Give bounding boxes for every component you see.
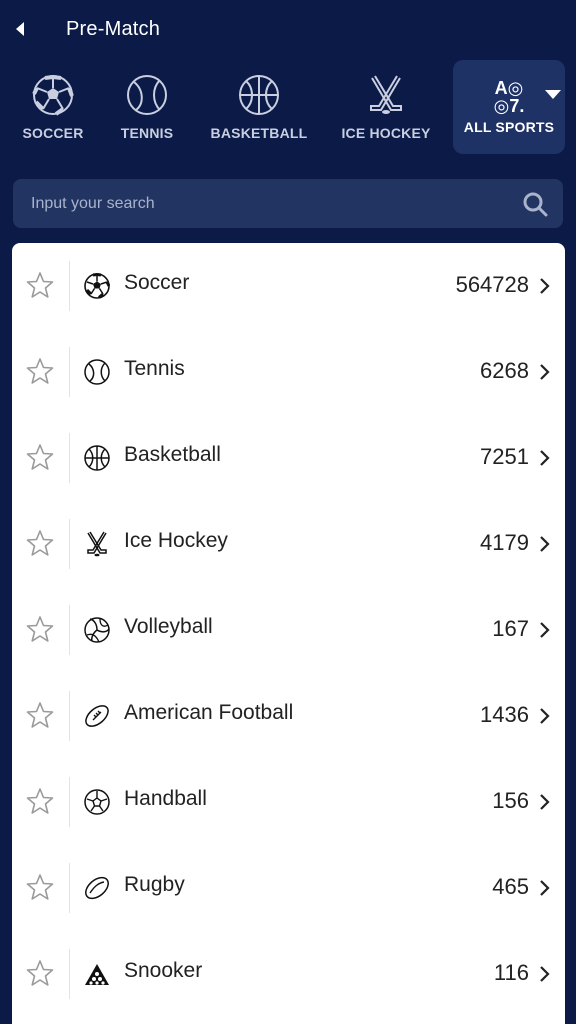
sport-name: Snooker: [124, 959, 203, 982]
list-item-american-football[interactable]: American Football 1436: [12, 673, 565, 759]
tab-label: TENNIS: [120, 125, 174, 141]
star-icon[interactable]: [26, 443, 54, 471]
hockey-sticks-icon: [364, 73, 408, 117]
all-sports-glyph-top: A◎: [494, 78, 524, 98]
divider: [69, 949, 70, 999]
tennis-ball-icon: [84, 359, 110, 385]
event-count: 6268: [480, 358, 529, 383]
list-item-soccer[interactable]: Soccer 564728: [12, 243, 565, 329]
event-count: 1436: [480, 702, 529, 727]
divider: [69, 347, 70, 397]
event-count: 7251: [480, 444, 529, 469]
divider: [69, 863, 70, 913]
sports-list: Soccer 564728 Tennis 6268 Basketball 725…: [12, 243, 565, 1024]
sport-name: Ice Hockey: [124, 529, 228, 552]
list-item-ice-hockey[interactable]: Ice Hockey 4179: [12, 501, 565, 587]
tab-label: ICE HOCKEY: [341, 125, 431, 141]
star-icon[interactable]: [26, 529, 54, 557]
search-icon: [523, 192, 548, 216]
event-count: 465: [492, 874, 529, 899]
event-count: 564728: [455, 272, 529, 297]
divider: [69, 691, 70, 741]
basketball-icon: [84, 445, 110, 471]
sport-name: Soccer: [124, 271, 190, 294]
star-icon[interactable]: [26, 357, 54, 385]
chevron-left-icon: [16, 22, 24, 36]
volleyball-icon: [84, 617, 110, 643]
list-item-tennis[interactable]: Tennis 6268: [12, 329, 565, 415]
event-count: 156: [492, 788, 529, 813]
tab-tennis[interactable]: TENNIS: [112, 60, 182, 154]
chevron-right-icon: [540, 622, 550, 638]
divider: [69, 519, 70, 569]
divider: [69, 605, 70, 655]
chevron-right-icon: [540, 966, 550, 982]
all-sports-glyph-bottom: ◎7.: [493, 96, 525, 116]
tab-ice-hockey[interactable]: ICE HOCKEY: [338, 60, 434, 154]
caret-down-icon: [545, 90, 561, 99]
list-item-snooker[interactable]: Snooker 116: [12, 931, 565, 1017]
american-football-icon: [84, 703, 110, 729]
divider: [69, 777, 70, 827]
chevron-right-icon: [540, 364, 550, 380]
star-icon[interactable]: [26, 701, 54, 729]
star-icon[interactable]: [26, 271, 54, 299]
sport-name: Rugby: [124, 873, 185, 896]
sport-name: Basketball: [124, 443, 221, 466]
hockey-sticks-icon: [84, 531, 110, 557]
tab-all-sports[interactable]: A◎ ◎7. ALL SPORTS: [453, 60, 565, 154]
event-count: 116: [493, 960, 529, 985]
list-item-volleyball[interactable]: Volleyball 167: [12, 587, 565, 673]
chevron-right-icon: [540, 880, 550, 896]
search-bar: [13, 179, 563, 228]
sport-name: American Football: [124, 701, 294, 724]
handball-icon: [84, 789, 110, 815]
chevron-right-icon: [540, 536, 550, 552]
page-title: Pre-Match: [66, 17, 161, 40]
sport-name: Tennis: [124, 357, 185, 380]
tab-label: ALL SPORTS: [463, 119, 555, 135]
star-icon[interactable]: [26, 873, 54, 901]
tab-basketball[interactable]: BASKETBALL: [208, 60, 310, 154]
list-item-rugby[interactable]: Rugby 465: [12, 845, 565, 931]
star-icon[interactable]: [26, 959, 54, 987]
chevron-right-icon: [540, 794, 550, 810]
chevron-right-icon: [540, 278, 550, 294]
back-button[interactable]: [0, 0, 40, 58]
event-count: 4179: [480, 530, 529, 555]
tennis-ball-icon: [125, 73, 169, 117]
chevron-right-icon: [540, 450, 550, 466]
event-count: 167: [492, 616, 529, 641]
soccer-ball-icon: [31, 73, 75, 117]
snooker-icon: [84, 961, 110, 987]
search-button[interactable]: [507, 179, 563, 228]
search-input[interactable]: [13, 179, 507, 228]
rugby-ball-icon: [84, 875, 110, 901]
list-item-handball[interactable]: Handball 156: [12, 759, 565, 845]
divider: [69, 433, 70, 483]
tab-soccer[interactable]: SOCCER: [18, 60, 88, 154]
chevron-right-icon: [540, 708, 550, 724]
star-icon[interactable]: [26, 787, 54, 815]
basketball-icon: [237, 73, 281, 117]
divider: [69, 261, 70, 311]
soccer-ball-icon: [84, 272, 111, 299]
sport-name: Handball: [124, 787, 207, 810]
all-sports-icon: A◎ ◎7.: [494, 79, 525, 115]
header: Pre-Match: [0, 0, 576, 58]
list-item-basketball[interactable]: Basketball 7251: [12, 415, 565, 501]
sports-bar: SOCCER TENNIS BASKETBALL ICE HOCKEY A◎ ◎…: [0, 58, 576, 156]
tab-label: SOCCER: [22, 125, 84, 141]
tab-label: BASKETBALL: [210, 125, 308, 141]
star-icon[interactable]: [26, 615, 54, 643]
sport-name: Volleyball: [124, 615, 213, 638]
